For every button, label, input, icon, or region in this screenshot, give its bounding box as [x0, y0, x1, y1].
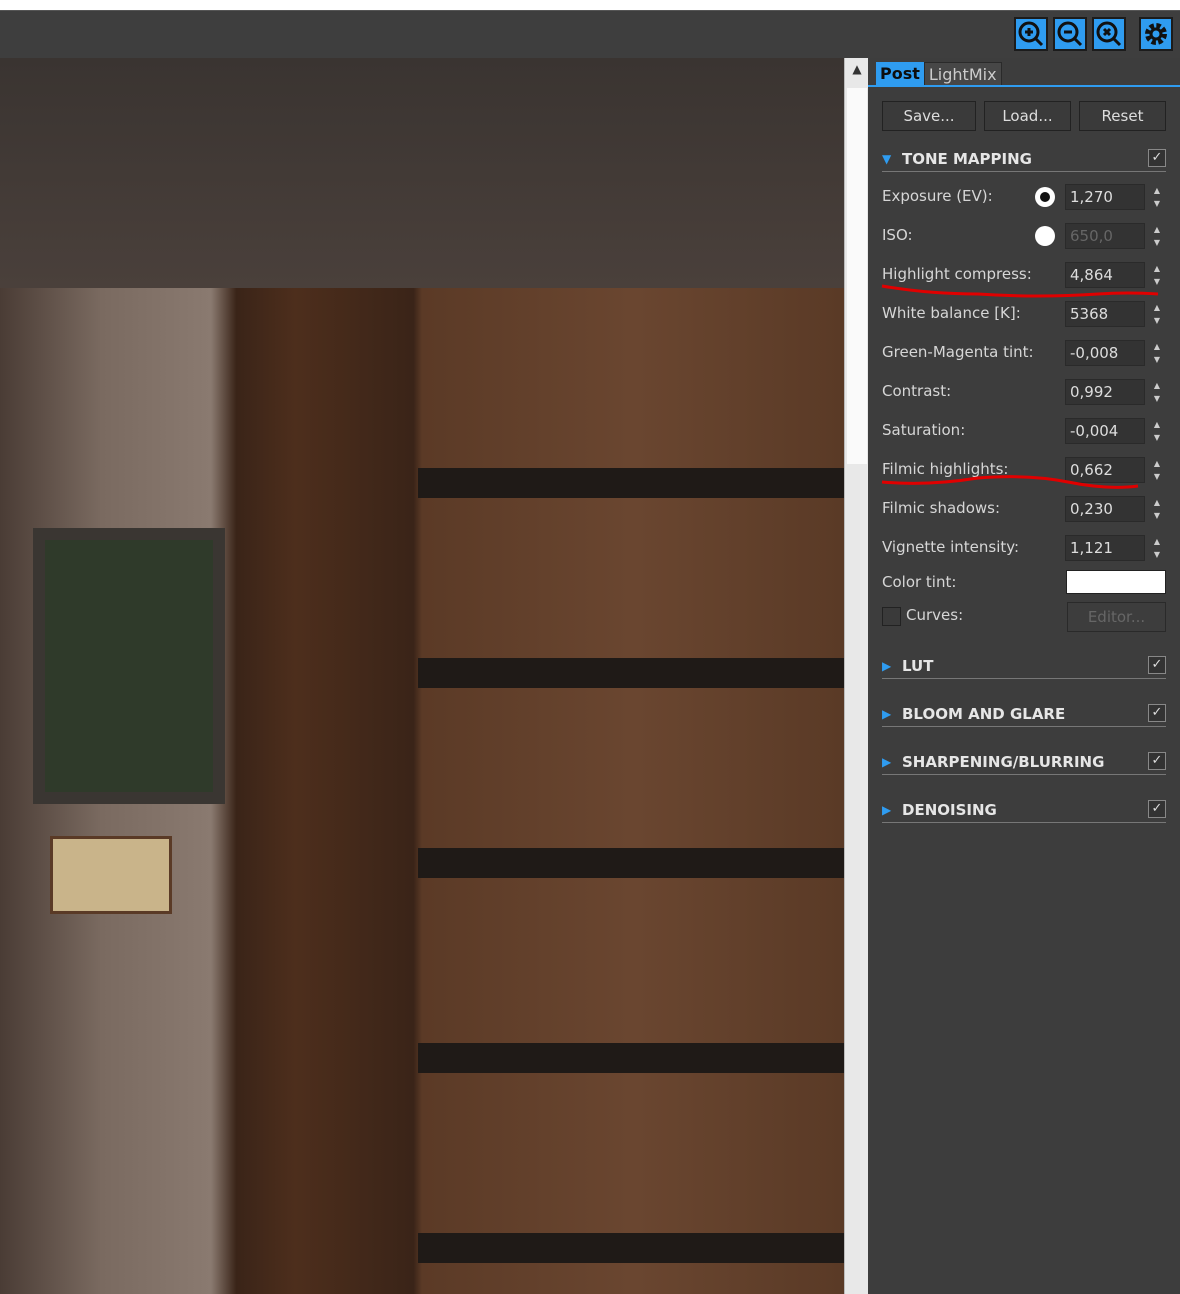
color-tint-label: Color tint:	[882, 573, 957, 591]
load-button[interactable]: Load...	[984, 101, 1071, 131]
saturation-spinner[interactable]: ▲ ▼	[1150, 418, 1164, 444]
exposure-spinner[interactable]: ▲ ▼	[1150, 184, 1164, 210]
contrast-spinner[interactable]: ▲ ▼	[1150, 379, 1164, 405]
tab-post[interactable]: Post	[876, 62, 924, 86]
white-balance-label: White balance [K]:	[882, 304, 1021, 322]
lut-checkbox[interactable]: ✓	[1148, 656, 1166, 674]
section-title: SHARPENING/BLURRING	[902, 752, 1105, 771]
iso-spinner[interactable]: ▲ ▼	[1150, 223, 1164, 249]
green-magenta-spinner[interactable]: ▲ ▼	[1150, 340, 1164, 366]
section-title: BLOOM AND GLARE	[902, 704, 1066, 723]
filmic-shadows-input[interactable]: 0,230	[1065, 496, 1145, 522]
green-magenta-input[interactable]: -0,008	[1065, 340, 1145, 366]
highlight-compress-input[interactable]: 4,864	[1065, 262, 1145, 288]
render-shelf	[418, 468, 844, 498]
contrast-label: Contrast:	[882, 382, 952, 400]
saturation-row: Saturation: -0,004 ▲ ▼	[882, 418, 1172, 444]
highlight-compress-spinner[interactable]: ▲ ▼	[1150, 262, 1164, 288]
save-button[interactable]: Save...	[882, 101, 976, 131]
section-lut[interactable]: ▶ LUT ✓	[882, 653, 1166, 679]
expanded-triangle-icon: ▼	[882, 151, 892, 166]
saturation-input[interactable]: -0,004	[1065, 418, 1145, 444]
curves-checkbox[interactable]	[882, 607, 901, 626]
white-balance-spinner[interactable]: ▲ ▼	[1150, 301, 1164, 327]
iso-row: ISO: 650,0 ▲ ▼	[882, 223, 1172, 249]
saturation-label: Saturation:	[882, 421, 966, 439]
gear-icon	[1145, 23, 1167, 45]
section-bloom-glare[interactable]: ▶ BLOOM AND GLARE ✓	[882, 701, 1166, 727]
curves-row: Curves: Editor...	[882, 602, 1172, 632]
render-wall-frame	[33, 528, 225, 804]
scroll-up-icon[interactable]: ▲	[845, 62, 869, 76]
green-magenta-row: Green-Magenta tint: -0,008 ▲ ▼	[882, 340, 1172, 366]
filmic-highlights-input[interactable]: 0,662	[1065, 457, 1145, 483]
sharpening-checkbox[interactable]: ✓	[1148, 752, 1166, 770]
section-sharpening-blurring[interactable]: ▶ SHARPENING/BLURRING ✓	[882, 749, 1166, 775]
exposure-radio[interactable]	[1035, 187, 1055, 207]
render-shelf	[418, 1233, 844, 1263]
render-beer-sign	[50, 836, 172, 914]
settings-button[interactable]	[1139, 17, 1173, 51]
section-title: DENOISING	[902, 800, 997, 819]
vignette-input[interactable]: 1,121	[1065, 535, 1145, 561]
collapsed-triangle-icon: ▶	[882, 658, 892, 673]
iso-radio[interactable]	[1035, 226, 1055, 246]
green-magenta-label: Green-Magenta tint:	[882, 343, 1034, 361]
tone-mapping-checkbox[interactable]: ✓	[1148, 149, 1166, 167]
zoom-in-icon	[1018, 21, 1044, 47]
curves-label: Curves:	[906, 606, 964, 624]
section-denoising[interactable]: ▶ DENOISING ✓	[882, 797, 1166, 823]
render-shelf	[418, 1043, 844, 1073]
iso-input[interactable]: 650,0	[1065, 223, 1145, 249]
highlight-compress-label: Highlight compress:	[882, 265, 1032, 283]
render-shelf	[418, 848, 844, 878]
section-title: LUT	[902, 656, 934, 675]
scrollbar-thumb[interactable]	[847, 88, 867, 464]
post-panel: Post LightMix Save... Load... Reset ▼ TO…	[868, 58, 1180, 1294]
white-balance-input[interactable]: 5368	[1065, 301, 1145, 327]
vignette-row: Vignette intensity: 1,121 ▲ ▼	[882, 535, 1172, 561]
collapsed-triangle-icon: ▶	[882, 802, 892, 817]
exposure-row: Exposure (EV): 1,270 ▲ ▼	[882, 184, 1172, 210]
color-tint-swatch[interactable]	[1066, 570, 1166, 594]
zoom-in-button[interactable]	[1014, 17, 1048, 51]
contrast-row: Contrast: 0,992 ▲ ▼	[882, 379, 1172, 405]
zoom-fit-icon	[1096, 21, 1122, 47]
filmic-highlights-spinner[interactable]: ▲ ▼	[1150, 457, 1164, 483]
iso-label: ISO:	[882, 226, 913, 244]
filmic-highlights-row: Filmic highlights: 0,662 ▲ ▼	[882, 457, 1172, 483]
section-title: TONE MAPPING	[902, 149, 1032, 168]
zoom-out-icon	[1057, 21, 1083, 47]
filmic-shadows-label: Filmic shadows:	[882, 499, 1001, 517]
filmic-shadows-row: Filmic shadows: 0,230 ▲ ▼	[882, 496, 1172, 522]
curves-editor-button[interactable]: Editor...	[1067, 602, 1166, 632]
exposure-label: Exposure (EV):	[882, 187, 993, 205]
tab-lightmix[interactable]: LightMix	[923, 62, 1002, 86]
collapsed-triangle-icon: ▶	[882, 706, 892, 721]
render-viewport[interactable]	[0, 58, 844, 1294]
zoom-reset-button[interactable]	[1092, 17, 1126, 51]
reset-button[interactable]: Reset	[1079, 101, 1166, 131]
denoising-checkbox[interactable]: ✓	[1148, 800, 1166, 818]
collapsed-triangle-icon: ▶	[882, 754, 892, 769]
vignette-spinner[interactable]: ▲ ▼	[1150, 535, 1164, 561]
filmic-shadows-spinner[interactable]: ▲ ▼	[1150, 496, 1164, 522]
color-tint-row: Color tint:	[882, 570, 1172, 596]
exposure-input[interactable]: 1,270	[1065, 184, 1145, 210]
render-shelf	[418, 658, 844, 688]
contrast-input[interactable]: 0,992	[1065, 379, 1145, 405]
vertical-scrollbar[interactable]: ▲	[844, 58, 868, 1294]
section-tone-mapping[interactable]: ▼ TONE MAPPING ✓	[882, 146, 1166, 172]
filmic-highlights-label: Filmic highlights:	[882, 460, 1009, 478]
render-ceiling	[0, 58, 844, 288]
tab-underline	[868, 85, 1180, 87]
top-toolbar	[0, 10, 1180, 58]
vignette-label: Vignette intensity:	[882, 538, 1020, 556]
highlight-compress-row: Highlight compress: 4,864 ▲ ▼	[882, 262, 1172, 288]
bloom-glare-checkbox[interactable]: ✓	[1148, 704, 1166, 722]
white-balance-row: White balance [K]: 5368 ▲ ▼	[882, 301, 1172, 327]
zoom-out-button[interactable]	[1053, 17, 1087, 51]
